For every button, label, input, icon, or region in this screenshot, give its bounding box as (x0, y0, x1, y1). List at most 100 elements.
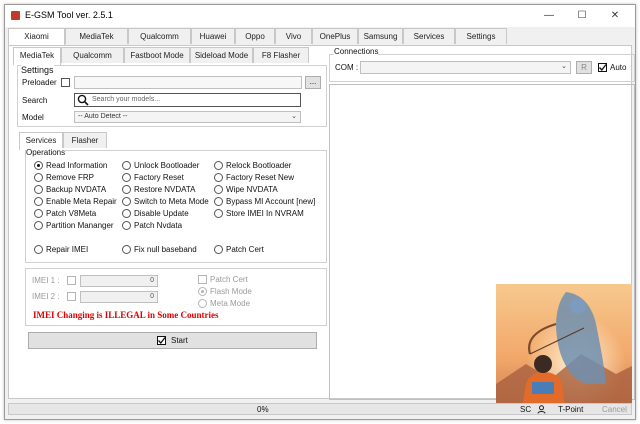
illustration-image (496, 284, 632, 415)
op-factory-reset-new-radio[interactable] (214, 173, 223, 182)
op-restore-nvdata-radio[interactable] (122, 185, 131, 194)
close-button[interactable]: ✕ (601, 8, 629, 24)
subtab-qualcomm[interactable]: Qualcomm (61, 47, 124, 63)
model-select[interactable]: -- Auto Detect -- ⌄ (74, 111, 301, 123)
tab-vivo[interactable]: Vivo (275, 28, 312, 44)
op-patch-v8meta-radio[interactable] (34, 209, 43, 218)
app-window: E-GSM Tool ver. 2.5.1 — ☐ ✕ Xiaomi Media… (4, 4, 636, 420)
auto-label: Auto (610, 63, 627, 72)
imei-warning-text: IMEI Changing is ILLEGAL in Some Countri… (33, 310, 219, 320)
op-disable-update-label: Disable Update (134, 209, 189, 218)
checkbox-icon (157, 336, 166, 345)
tab-services[interactable]: Services (403, 28, 455, 44)
op-enable-meta-repair-label: Enable Meta Repair (46, 197, 117, 206)
chevron-down-icon: ⌄ (291, 113, 297, 120)
op-patch-cert-radio[interactable] (214, 245, 223, 254)
op-partition-manager-label: Partition Mananger (46, 221, 114, 230)
op-unlock-bootloader-label: Unlock Bootloader (134, 161, 200, 170)
check-icon (599, 64, 607, 72)
op-store-imei-nvram-radio[interactable] (214, 209, 223, 218)
op-patch-nvdata-label: Patch Nvdata (134, 221, 183, 230)
title-bar: E-GSM Tool ver. 2.5.1 — ☐ ✕ (5, 5, 635, 27)
tab-oneplus[interactable]: OnePlus (312, 28, 358, 44)
op-factory-reset-radio[interactable] (122, 173, 131, 182)
op-factory-reset-new-label: Factory Reset New (226, 173, 295, 182)
start-label: Start (171, 336, 188, 345)
subtab-sideload-mode[interactable]: Sideload Mode (190, 47, 253, 63)
tab-settings[interactable]: Settings (455, 28, 507, 44)
op-patch-cert-label: Patch Cert (226, 245, 264, 254)
op-relock-bootloader-label: Relock Bootloader (226, 161, 292, 170)
op-store-imei-nvram-label: Store IMEI In NVRAM (226, 209, 304, 218)
auto-checkbox[interactable] (598, 63, 607, 72)
op-backup-nvdata-label: Backup NVDATA (46, 185, 107, 194)
patch-cert-label: Patch Cert (210, 275, 248, 284)
tab-huawei[interactable]: Huawei (191, 28, 235, 44)
op-switch-meta-mode-label: Switch to Meta Mode (134, 197, 209, 206)
t-point-button[interactable]: T-Point (558, 405, 583, 414)
op-remove-frp-label: Remove FRP (46, 173, 95, 182)
tab-samsung[interactable]: Samsung (358, 28, 403, 44)
op-fix-null-baseband-radio[interactable] (122, 245, 131, 254)
cancel-button[interactable]: Cancel (602, 405, 627, 414)
imei1-checkbox[interactable] (67, 276, 76, 285)
op-partition-manager-radio[interactable] (34, 221, 43, 230)
op-backup-nvdata-radio[interactable] (34, 185, 43, 194)
op-bypass-mi-account-label: Bypass MI Account [new] (226, 197, 316, 206)
op-disable-update-radio[interactable] (122, 209, 131, 218)
tab-mediatek[interactable]: MediaTek (65, 28, 128, 44)
subtab-mediatek[interactable]: MediaTek (13, 47, 61, 65)
op-unlock-bootloader-radio[interactable] (122, 161, 131, 170)
imei2-checkbox[interactable] (67, 292, 76, 301)
progress-text: 0% (257, 405, 269, 414)
op-repair-imei-label: Repair IMEI (46, 245, 89, 254)
subtab-f8-flasher[interactable]: F8 Flasher (253, 47, 309, 63)
op-bypass-mi-account-radio[interactable] (214, 197, 223, 206)
imei2-field[interactable]: 0 (80, 291, 158, 303)
search-input[interactable]: Search your models... (74, 93, 301, 107)
subtab-fastboot-mode[interactable]: Fastboot Mode (124, 47, 190, 63)
app-logo-icon (11, 11, 20, 20)
op-wipe-nvdata-radio[interactable] (214, 185, 223, 194)
op-repair-imei-radio[interactable] (34, 245, 43, 254)
patch-cert-checkbox[interactable] (198, 275, 207, 284)
op-factory-reset-label: Factory Reset (134, 173, 184, 182)
op-patch-nvdata-radio[interactable] (122, 221, 131, 230)
search-label: Search (22, 96, 48, 105)
start-button[interactable]: Start (28, 332, 317, 349)
op-restore-nvdata-label: Restore NVDATA (134, 185, 196, 194)
imei1-field[interactable]: 0 (80, 275, 158, 287)
op-relock-bootloader-radio[interactable] (214, 161, 223, 170)
tab-qualcomm[interactable]: Qualcomm (128, 28, 191, 44)
op-enable-meta-repair-radio[interactable] (34, 197, 43, 206)
tab-flasher[interactable]: Flasher (63, 132, 107, 148)
tab-oppo[interactable]: Oppo (235, 28, 275, 44)
com-label: COM : (335, 63, 359, 72)
meta-mode-label: Meta Mode (210, 299, 251, 308)
user-icon[interactable] (537, 405, 546, 414)
chevron-down-icon: ⌄ (561, 63, 567, 70)
flash-mode-radio[interactable] (198, 287, 207, 296)
op-read-information-radio[interactable] (34, 161, 43, 170)
com-port-select[interactable]: ⌄ (360, 61, 571, 74)
meta-mode-radio[interactable] (198, 299, 207, 308)
minimize-button[interactable]: — (535, 8, 563, 24)
imei2-label: IMEI 2 : (32, 292, 60, 301)
model-label: Model (22, 113, 44, 122)
status-bar: 0% SC T-Point Cancel (8, 403, 632, 415)
settings-title: Settings (21, 65, 54, 75)
preloader-checkbox[interactable] (61, 78, 70, 87)
sc-button[interactable]: SC (520, 405, 531, 414)
operations-title: Operations (26, 148, 66, 157)
refresh-button[interactable]: R (576, 61, 592, 74)
preloader-label: Preloader (22, 78, 57, 87)
maximize-button[interactable]: ☐ (568, 8, 596, 24)
model-select-value: -- Auto Detect -- (78, 113, 128, 120)
op-patch-v8meta-label: Patch V8Meta (46, 209, 97, 218)
op-switch-meta-mode-radio[interactable] (122, 197, 131, 206)
window-title: E-GSM Tool ver. 2.5.1 (25, 10, 113, 20)
op-remove-frp-radio[interactable] (34, 173, 43, 182)
preloader-browse-button[interactable]: ... (305, 76, 321, 89)
preloader-path-field[interactable] (74, 76, 302, 89)
tab-xiaomi[interactable]: Xiaomi (8, 28, 65, 46)
